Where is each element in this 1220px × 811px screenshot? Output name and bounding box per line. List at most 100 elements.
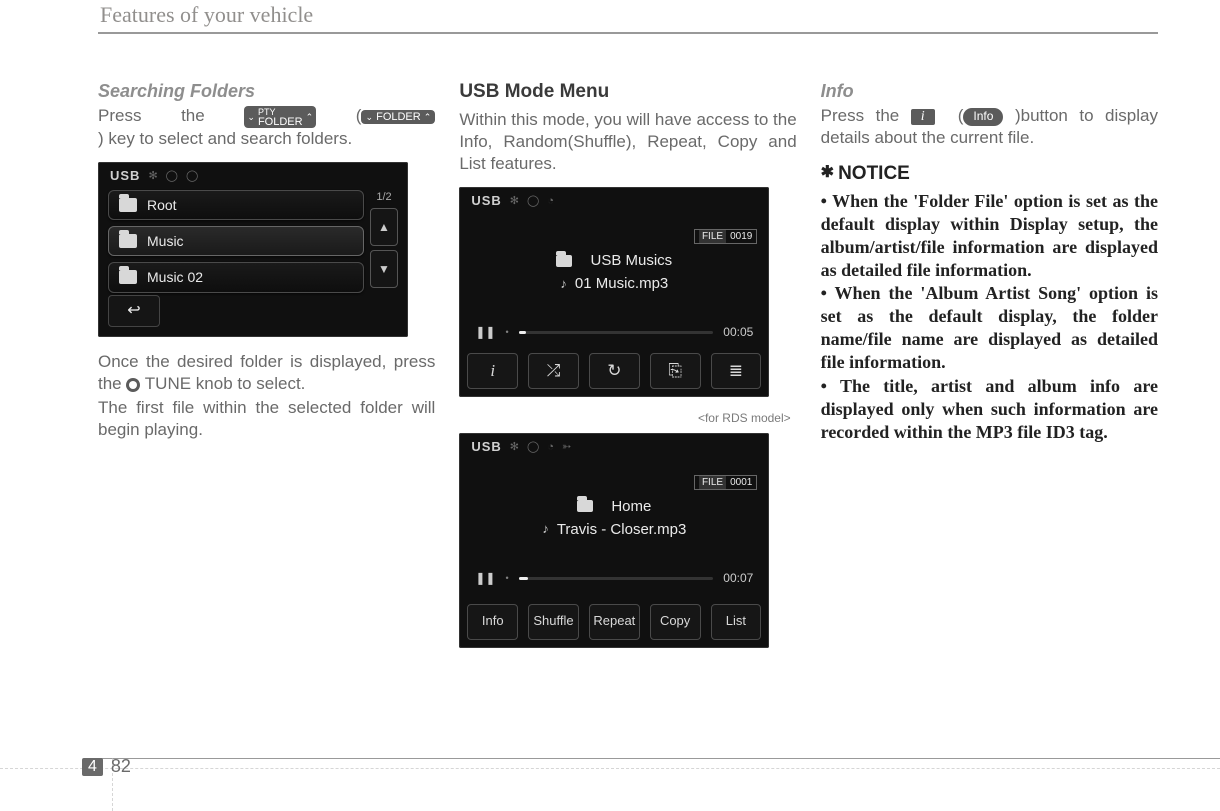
header: Features of your vehicle xyxy=(98,2,1158,34)
chevron-up-icon: ⌃ xyxy=(424,112,432,122)
caption-rds: <for RDS model> xyxy=(459,411,790,427)
usb-label: USB xyxy=(110,168,140,185)
col2-heading: USB Mode Menu xyxy=(459,80,796,105)
info-tab[interactable]: i xyxy=(467,353,518,389)
notice-label: NOTICE xyxy=(838,163,910,184)
shuffle-tab[interactable]: ⤮ xyxy=(528,353,579,389)
screenshot-body: Root Music Music 02 1/2 ▲ xyxy=(108,190,398,327)
chevron-down-icon: ⌄ xyxy=(365,112,373,122)
col2-para1: Within this mode, you will have access t… xyxy=(459,109,796,175)
folder-icon xyxy=(119,198,137,212)
folder-name: Music xyxy=(147,232,184,250)
col1-para2: Once the desired folder is displayed, pr… xyxy=(98,351,435,395)
folder-icon xyxy=(119,270,137,284)
progress-bar: ❚❚ • 00:05 xyxy=(475,325,753,341)
footer-rule xyxy=(98,758,1220,759)
folder-row[interactable]: Root xyxy=(108,190,364,220)
menu-tabs: Info Shuffle Repeat Copy List xyxy=(467,604,761,640)
folder-icon xyxy=(119,234,137,248)
file-badge: FILE 0019 xyxy=(694,229,757,244)
screenshot-topbar: USB ✻ ◯ ◯ xyxy=(98,162,408,189)
folder-row[interactable]: Music 02 xyxy=(108,262,364,292)
back-button[interactable]: ↩ xyxy=(108,295,160,327)
chevron-up-icon: ⌃ xyxy=(306,112,314,122)
page-number: 4 82 xyxy=(82,756,131,777)
pause-icon[interactable]: ❚❚ xyxy=(475,325,495,341)
col1-p1-pre: Press the xyxy=(98,106,244,125)
folder-name: Music 02 xyxy=(147,268,203,286)
elapsed-time: 00:05 xyxy=(723,325,753,341)
progress-track[interactable] xyxy=(519,577,714,580)
progress-bar: ❚❚ • 00:07 xyxy=(475,571,753,587)
current-folder: Home xyxy=(611,497,651,517)
menu-tabs: i ⤮ ↻ ⎘ ≣ xyxy=(467,353,761,389)
col1-para1: Press the ⌄ PTY FOLDER ⌃ ( ⌄ FOLDER ⌃ xyxy=(98,105,435,128)
folder-name: Root xyxy=(147,196,177,214)
status-icon-2: ◯ xyxy=(186,169,198,183)
page-count: 1/2 xyxy=(376,190,391,204)
status-icon-3: ➳ xyxy=(562,440,571,454)
screenshot-topbar: USB ✻ ◯ ◔ xyxy=(459,187,769,214)
pause-icon[interactable]: ❚❚ xyxy=(475,571,495,587)
music-note-icon: ♪ xyxy=(542,521,549,538)
shuffle-tab[interactable]: Shuffle xyxy=(528,604,579,640)
list-tab[interactable]: ≣ xyxy=(711,353,762,389)
info-tab[interactable]: Info xyxy=(467,604,518,640)
notice-item: The title, artist and album info are dis… xyxy=(821,375,1158,444)
header-title: Features of your vehicle xyxy=(98,2,1158,28)
column-1: Searching Folders Press the ⌄ PTY FOLDER… xyxy=(98,80,435,662)
copy-tab[interactable]: ⎘ xyxy=(650,353,701,389)
bluetooth-icon: ✻ xyxy=(510,440,519,454)
folder-label-2: FOLDER xyxy=(376,111,421,123)
file-label: FILE xyxy=(699,230,726,243)
copy-tab[interactable]: Copy xyxy=(650,604,701,640)
notice-list: When the 'Folder File' option is set as … xyxy=(821,190,1158,443)
status-icon-2: ◔ xyxy=(547,194,554,208)
music-note-icon: ♪ xyxy=(560,276,567,293)
progress-track[interactable] xyxy=(519,331,714,334)
page: Features of your vehicle Searching Folde… xyxy=(0,0,1220,811)
current-track: Travis - Closer.mp3 xyxy=(557,520,686,540)
folder-label: FOLDER xyxy=(258,116,303,128)
list-tab[interactable]: List xyxy=(711,604,762,640)
status-icon: ◯ xyxy=(527,194,539,208)
chevron-down-icon: ⌄ xyxy=(247,112,255,122)
usb-label: USB xyxy=(471,193,501,210)
bluetooth-icon: ✻ xyxy=(148,169,157,183)
file-number: 0001 xyxy=(730,476,752,489)
col3-para1: Press the i (Info )button to display det… xyxy=(821,105,1158,149)
footer-dashed xyxy=(0,768,1220,769)
info-button[interactable]: Info xyxy=(963,108,1003,126)
repeat-tab[interactable]: ↻ xyxy=(589,353,640,389)
col3-p1-pre: Press the xyxy=(821,106,911,125)
current-track: 01 Music.mp3 xyxy=(575,274,668,294)
section-number: 4 xyxy=(82,758,103,776)
bluetooth-icon: ✻ xyxy=(510,194,519,208)
notice-item: When the 'Album Artist Song' option is s… xyxy=(821,282,1158,374)
column-3: Info Press the i (Info )button to displa… xyxy=(821,80,1158,662)
repeat-tab[interactable]: Repeat xyxy=(589,604,640,640)
col3-heading: Info xyxy=(821,80,1158,103)
file-label: FILE xyxy=(699,476,726,489)
file-badge: FILE 0001 xyxy=(694,475,757,490)
notice-heading: ✱NOTICE xyxy=(821,162,1158,187)
folder-button[interactable]: ⌄ FOLDER ⌃ xyxy=(361,110,435,124)
current-folder: USB Musics xyxy=(590,251,672,271)
page-down-button[interactable]: ▼ xyxy=(370,250,398,288)
screenshot-usb-playback-b: USB ✻ ◯ ◔ ➳ FILE 0001 Home ♪Travis - Clo… xyxy=(459,433,769,648)
folder-row[interactable]: Music xyxy=(108,226,364,256)
info-icon-button[interactable]: i xyxy=(911,109,935,125)
content-columns: Searching Folders Press the ⌄ PTY FOLDER… xyxy=(98,80,1158,662)
status-icon: ◯ xyxy=(527,440,539,454)
page-no: 82 xyxy=(111,756,131,777)
status-icon-2: ◔ xyxy=(547,440,554,454)
pty-folder-button[interactable]: ⌄ PTY FOLDER ⌃ xyxy=(244,106,316,128)
file-number: 0019 xyxy=(730,230,752,243)
col1-p2-post: TUNE knob to select. xyxy=(145,374,306,393)
header-rule xyxy=(98,32,1158,34)
col1-para3: The first file within the selected folde… xyxy=(98,397,435,441)
col1-heading: Searching Folders xyxy=(98,80,435,103)
page-up-button[interactable]: ▲ xyxy=(370,208,398,246)
screenshot-folder-list: USB ✻ ◯ ◯ Root Music xyxy=(98,162,408,337)
col1-p1-post: ) key to select and search folders. xyxy=(98,128,435,150)
